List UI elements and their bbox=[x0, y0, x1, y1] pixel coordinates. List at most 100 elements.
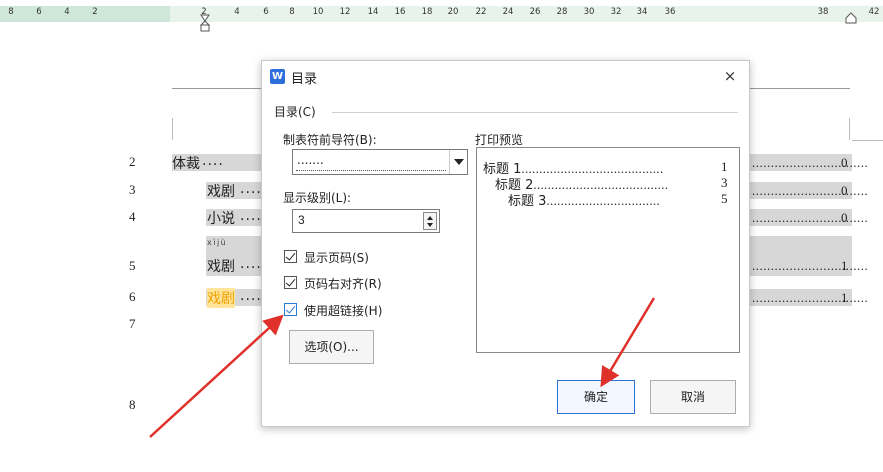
checkbox-box[interactable] bbox=[284, 303, 297, 316]
toc-dialog: W 目录 × 目录(C) 制表符前导符(B): ....... 显示级别(L):… bbox=[261, 60, 750, 427]
toc-entry-dots: .... bbox=[240, 288, 262, 304]
line-number: 8 bbox=[129, 397, 136, 412]
toc-entry-text[interactable]: 体裁 bbox=[172, 153, 200, 173]
dialog-titlebar[interactable]: W 目录 × bbox=[262, 61, 749, 92]
line-number: 6 bbox=[129, 289, 136, 304]
line-number: 5 bbox=[129, 258, 136, 273]
line-number: 7 bbox=[129, 316, 136, 331]
wps-writer-icon: W bbox=[270, 69, 285, 84]
ruler-tick: 22 bbox=[475, 7, 487, 17]
level-label: 显示级别(L): bbox=[283, 191, 352, 205]
toc-entry-text[interactable]: 戏剧 bbox=[207, 256, 235, 276]
preview-page-number: 5 bbox=[721, 191, 728, 206]
ruler-tick: 28 bbox=[556, 7, 568, 17]
preview-heading-text: 标题 3 bbox=[508, 194, 547, 209]
chevron-down-icon[interactable] bbox=[449, 150, 467, 174]
ruler-tick: 2 bbox=[92, 7, 98, 17]
stepper-down-icon[interactable] bbox=[427, 223, 433, 227]
checkmark-icon bbox=[285, 276, 296, 287]
checkbox-box[interactable] bbox=[284, 250, 297, 263]
toc-entry-dots: .... bbox=[202, 153, 224, 169]
ruler-tick: 10 bbox=[312, 7, 324, 17]
ruler-tick: 12 bbox=[339, 7, 351, 17]
ruler-tick: 4 bbox=[64, 7, 70, 17]
toc-page-dots: ............................... bbox=[752, 290, 869, 305]
ruler-tick: 8 bbox=[8, 7, 14, 17]
toc-page-dots: ............................... bbox=[752, 210, 869, 225]
line-number: 3 bbox=[129, 182, 136, 197]
checkbox-label[interactable]: 页码右对齐(R) bbox=[304, 275, 382, 292]
toc-page-number: 1 bbox=[841, 290, 848, 305]
group-label: 目录(C) bbox=[274, 105, 316, 119]
toc-entry-text[interactable]: 戏剧 bbox=[207, 181, 235, 201]
toc-page-dots: ............................... bbox=[752, 183, 869, 198]
tab-leader-label: 制表符前导符(B): bbox=[283, 133, 377, 147]
cropped-green-text bbox=[170, 458, 240, 472]
ruler-tick: 32 bbox=[610, 7, 622, 17]
ruler-tick: 36 bbox=[664, 7, 676, 17]
checkmark-icon bbox=[285, 250, 296, 261]
print-preview-label: 打印预览 bbox=[475, 133, 524, 147]
ruler-tick: 4 bbox=[234, 7, 240, 17]
ruler-tick: 26 bbox=[529, 7, 541, 17]
toc-page-number: 0 bbox=[841, 210, 848, 225]
right-align-page-number-checkbox[interactable]: 页码右对齐(R) bbox=[284, 274, 484, 292]
right-indent-marker-icon[interactable] bbox=[845, 12, 857, 24]
toc-entry-dots: .... bbox=[240, 181, 262, 197]
checkmark-icon bbox=[285, 303, 296, 314]
use-hyperlink-checkbox[interactable]: 使用超链接(H) bbox=[284, 301, 484, 319]
checkbox-box[interactable] bbox=[284, 276, 297, 289]
level-value[interactable]: 3 bbox=[298, 213, 305, 227]
pinyin-annotation: xìjù bbox=[207, 238, 228, 247]
ruler-tick: 38 bbox=[817, 7, 829, 17]
preview-dots: ................................ bbox=[546, 193, 661, 208]
focus-ring bbox=[296, 170, 446, 171]
toc-page-dots: ............................... bbox=[752, 258, 869, 273]
options-button[interactable]: 选项(O)... bbox=[289, 330, 374, 364]
ruler-tick: 18 bbox=[421, 7, 433, 17]
preview-page-number: 3 bbox=[721, 175, 728, 190]
ruler-margin-band bbox=[0, 6, 170, 22]
checkbox-label[interactable]: 显示页码(S) bbox=[304, 249, 369, 266]
toc-page-number: 0 bbox=[841, 155, 848, 170]
ruler-tick: 30 bbox=[583, 7, 595, 17]
ruler-tick: 6 bbox=[36, 7, 42, 17]
print-preview-box: 标题 1....................................… bbox=[476, 147, 740, 353]
ruler-tick: 8 bbox=[289, 7, 295, 17]
checkbox-label[interactable]: 使用超链接(H) bbox=[304, 302, 382, 319]
toc-entry-dots: .... bbox=[240, 208, 262, 224]
stepper-up-icon[interactable] bbox=[427, 216, 433, 220]
toc-page-dots: ............................... bbox=[752, 155, 869, 170]
preview-page-number: 1 bbox=[721, 159, 728, 174]
tab-leader-select[interactable]: ....... bbox=[292, 149, 468, 175]
toc-page-number: 0 bbox=[841, 183, 848, 198]
show-page-number-checkbox[interactable]: 显示页码(S) bbox=[284, 248, 484, 266]
highlighted-toc-text[interactable]: 戏剧 bbox=[207, 288, 235, 308]
level-stepper[interactable]: 3 bbox=[292, 209, 440, 233]
cancel-button[interactable]: 取消 bbox=[650, 380, 736, 414]
tab-leader-value: ....... bbox=[297, 153, 324, 167]
ok-button[interactable]: 确定 bbox=[557, 380, 635, 414]
ruler-tick: 20 bbox=[447, 7, 459, 17]
ruler-tick: 14 bbox=[367, 7, 379, 17]
toc-entry-dots: .... bbox=[240, 256, 262, 272]
close-icon[interactable]: × bbox=[721, 67, 739, 85]
ruler-tick: 34 bbox=[636, 7, 648, 17]
margin-corner-line bbox=[849, 118, 850, 140]
ruler-tick: 6 bbox=[263, 7, 269, 17]
ruler-tick: 24 bbox=[502, 7, 514, 17]
indent-marker-icon[interactable] bbox=[200, 14, 210, 32]
margin-corner-line bbox=[852, 140, 883, 141]
margin-corner-line bbox=[172, 118, 173, 140]
dialog-title: 目录 bbox=[291, 72, 318, 87]
line-number: 4 bbox=[129, 209, 136, 224]
stepper-buttons[interactable] bbox=[423, 212, 437, 230]
preview-line-3: 标题 3................................ bbox=[508, 190, 660, 209]
ruler-tick: 16 bbox=[394, 7, 406, 17]
toc-page-number: 1 bbox=[841, 258, 848, 273]
group-divider bbox=[332, 112, 738, 113]
ruler-tick: 42 bbox=[868, 7, 880, 17]
line-number: 2 bbox=[129, 154, 136, 169]
toc-entry-text[interactable]: 小说 bbox=[207, 208, 235, 228]
horizontal-ruler[interactable]: 8 6 4 2 2 4 6 8 10 12 14 16 18 20 22 24 … bbox=[0, 0, 883, 32]
